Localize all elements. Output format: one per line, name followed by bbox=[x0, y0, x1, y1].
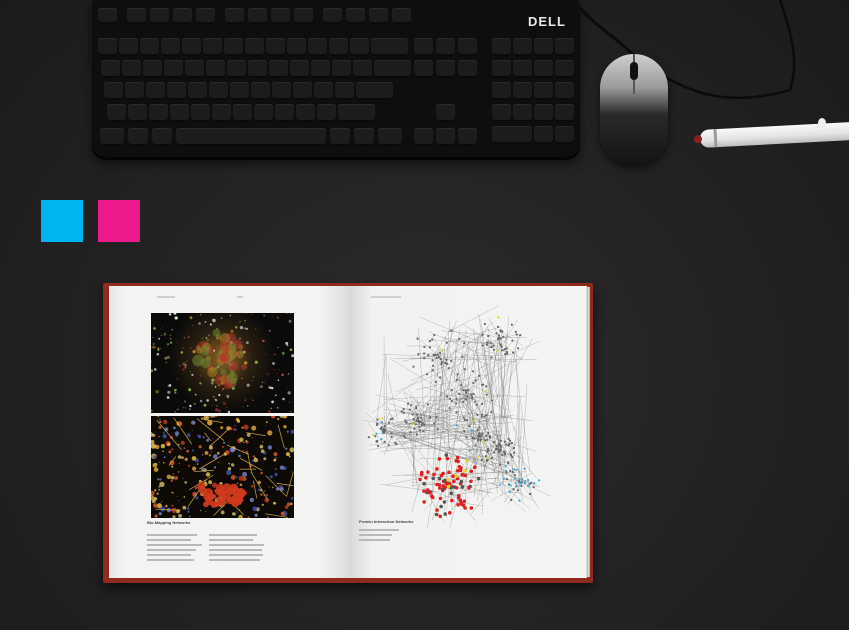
left-page-number bbox=[237, 296, 243, 298]
text-line bbox=[147, 544, 202, 546]
page-edges-right bbox=[586, 287, 590, 577]
open-book: Bio-Mapping Networks Protein Interaction… bbox=[103, 283, 593, 583]
text-line bbox=[209, 549, 262, 551]
text-line bbox=[209, 554, 263, 556]
micrograph-top bbox=[151, 313, 294, 413]
mouse-scroll-wheel bbox=[630, 62, 638, 80]
cyan-swatch bbox=[41, 200, 83, 242]
magenta-swatch bbox=[98, 200, 140, 242]
text-line bbox=[147, 534, 197, 536]
text-line bbox=[147, 549, 196, 551]
right-page: Protein Interaction Networks bbox=[349, 286, 587, 578]
text-line bbox=[147, 554, 191, 556]
text-line bbox=[209, 559, 260, 561]
text-line bbox=[147, 559, 194, 561]
micrograph-bottom bbox=[151, 416, 294, 518]
desk-scene: DELL Bio-Mapping Networks Protein Intera… bbox=[0, 0, 849, 630]
left-page: Bio-Mapping Networks bbox=[109, 286, 349, 578]
text-line bbox=[147, 539, 191, 541]
left-caption-title: Bio-Mapping Networks bbox=[147, 520, 191, 525]
text-line bbox=[209, 544, 264, 546]
text-line bbox=[359, 534, 392, 536]
pen-band bbox=[713, 129, 718, 148]
text-line bbox=[209, 539, 253, 541]
computer-mouse bbox=[600, 54, 668, 164]
right-caption-title: Protein Interaction Networks bbox=[359, 519, 414, 524]
micrograph-top-art bbox=[151, 313, 294, 413]
text-line bbox=[209, 534, 257, 536]
micrograph-bottom-art bbox=[151, 416, 294, 518]
text-line bbox=[359, 529, 399, 531]
text-line bbox=[359, 539, 390, 541]
apple-logo-sticker bbox=[818, 118, 826, 128]
pen-tip bbox=[693, 134, 703, 144]
left-running-head bbox=[157, 296, 175, 298]
